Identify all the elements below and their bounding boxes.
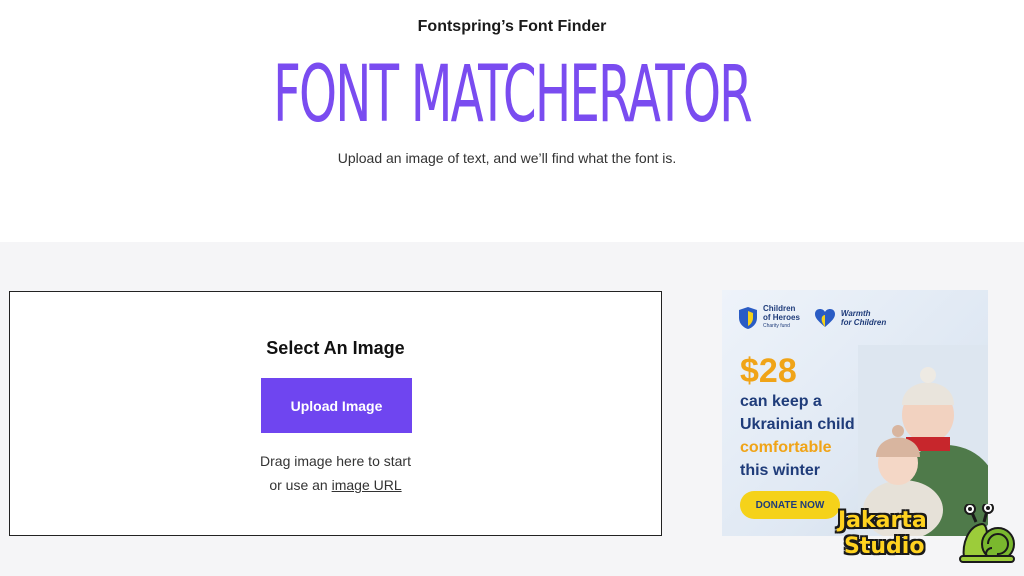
upload-image-button[interactable]: Upload Image xyxy=(261,378,412,433)
snail-logo-icon xyxy=(959,504,1015,563)
ad-logos: Children of Heroes Charity fund Warmth f… xyxy=(738,304,886,331)
jakarta-studio-watermark: Jakarta Studio xyxy=(838,504,1018,568)
page-kicker: Fontspring’s Font Finder xyxy=(417,18,607,35)
org2-name: Warmth for Children xyxy=(841,309,886,327)
heart-icon xyxy=(814,308,835,327)
warmth-for-children-logo: Warmth for Children xyxy=(814,308,886,328)
dropzone-heading: Select An Image xyxy=(266,338,405,358)
org1-name: Children of Heroes Charity fund xyxy=(763,304,800,331)
org2-line1: Warmth xyxy=(840,308,871,318)
url-hint: or use an image URL xyxy=(10,473,661,497)
dropzone-hint: Drag image here to start or use an image… xyxy=(10,449,661,497)
page-title: FONT MATCHERATOR xyxy=(273,50,753,140)
org1-line2: of Heroes xyxy=(763,313,800,322)
watermark-line-1: Jakarta xyxy=(838,508,927,533)
hero-section: Fontspring’s Font Finder FONT MATCHERATO… xyxy=(0,0,1024,242)
url-hint-prefix: or use an xyxy=(269,477,332,493)
charity-ad[interactable]: Children of Heroes Charity fund Warmth f… xyxy=(722,290,988,536)
watermark-line-2: Studio xyxy=(844,534,925,559)
shield-icon xyxy=(739,306,757,329)
children-of-heroes-logo: Children of Heroes Charity fund xyxy=(738,304,800,331)
donate-now-button[interactable]: DONATE NOW xyxy=(740,491,840,519)
drag-hint: Drag image here to start xyxy=(260,453,411,469)
page-subtitle: Upload an image of text, and we’ll find … xyxy=(337,150,677,166)
org1-line1: Children xyxy=(763,304,796,313)
page: Fontspring’s Font Finder FONT MATCHERATO… xyxy=(0,0,1024,576)
org2-line2: for Children xyxy=(840,317,887,327)
org1-line3: Charity fund xyxy=(763,323,790,329)
image-dropzone[interactable]: Select An Image Upload Image Drag image … xyxy=(9,291,662,536)
image-url-link[interactable]: image URL xyxy=(332,477,402,493)
